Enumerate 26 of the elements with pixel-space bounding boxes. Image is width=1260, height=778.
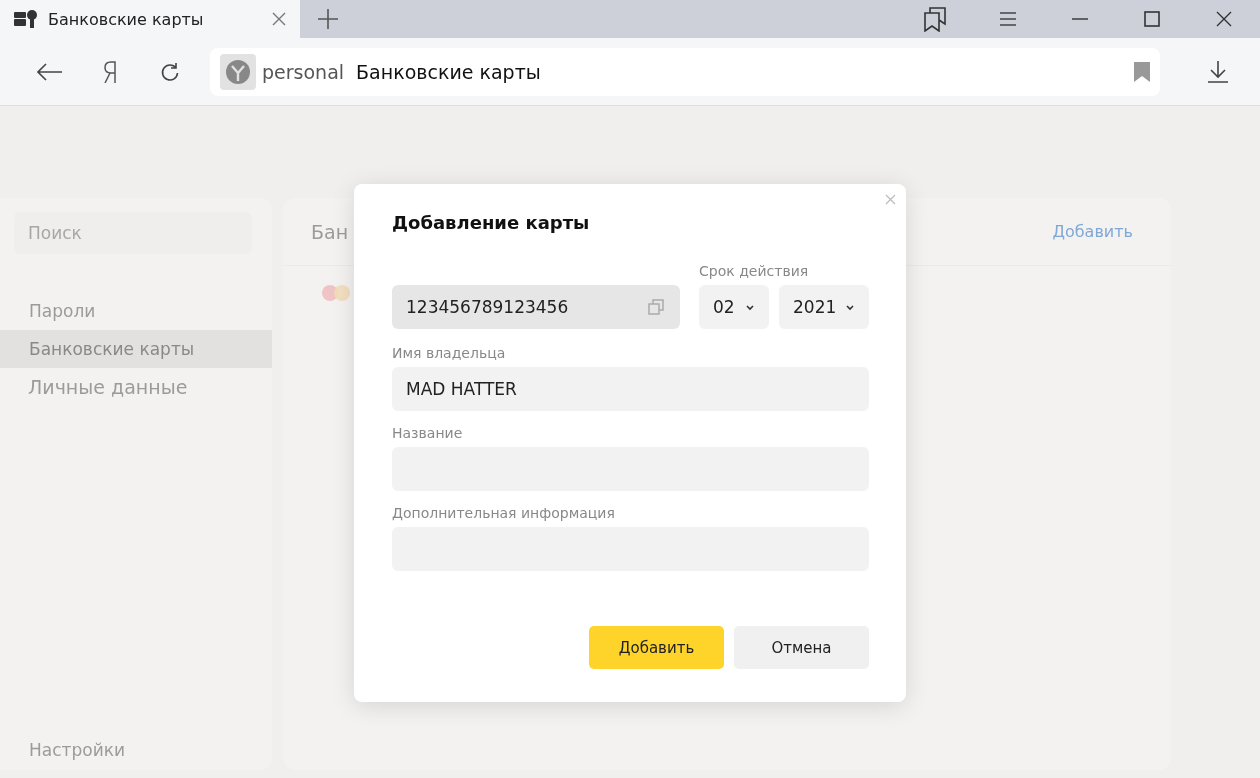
close-tab-icon[interactable] xyxy=(272,12,286,26)
tab-title: Банковские карты xyxy=(48,9,205,29)
text-field[interactable]: MAD HATTER xyxy=(392,367,869,411)
dialog-title: Добавление карты xyxy=(392,212,591,233)
browser-logo-icon xyxy=(220,53,256,90)
year-select[interactable]: 2021 xyxy=(779,285,869,329)
card-logo-icon xyxy=(321,284,351,302)
field-label: Дополнительная информация xyxy=(392,505,616,521)
month-select[interactable]: 02 xyxy=(699,285,769,329)
url-host: personal xyxy=(262,60,345,83)
cancel-button[interactable]: Отмена xyxy=(734,626,869,669)
field-label: Срок действия xyxy=(699,263,810,279)
chevron-down-icon xyxy=(745,303,755,311)
bookmark-icon[interactable] xyxy=(1134,61,1150,82)
address-bar[interactable]: personal Банковские карты xyxy=(210,47,1160,96)
add-button[interactable]: Добавить xyxy=(589,626,724,669)
field-label: Имя владельца xyxy=(392,345,507,361)
page-heading: Бан xyxy=(311,220,349,243)
browser-tab[interactable]: Банковские карты xyxy=(0,0,300,38)
card-key-icon xyxy=(14,9,38,29)
field-label: Название xyxy=(392,425,464,441)
page-title: Банковские карты xyxy=(356,60,542,83)
chevron-down-icon xyxy=(845,303,855,311)
close-icon[interactable] xyxy=(885,194,896,205)
card-number-field[interactable]: 123456789123456 xyxy=(392,285,680,329)
search-field[interactable]: Поиск xyxy=(14,212,252,254)
